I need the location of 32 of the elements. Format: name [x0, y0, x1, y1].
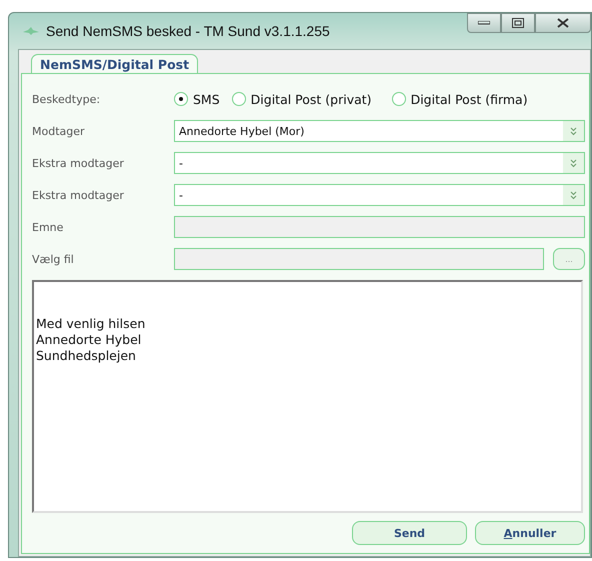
radio-label[interactable]: Digital Post (privat) [250, 92, 372, 106]
minimize-icon [478, 21, 490, 25]
minimize-button[interactable] [467, 13, 501, 33]
close-button[interactable] [535, 13, 591, 33]
dialog-button[interactable]: Send [352, 521, 467, 545]
field-label: Vælg fil [32, 252, 75, 266]
chevron-icon [570, 126, 577, 136]
file-path-field[interactable] [174, 248, 544, 270]
chevron-icon [570, 190, 577, 200]
radio-button[interactable] [174, 92, 188, 106]
leaf-icon [22, 26, 40, 36]
radio-button[interactable] [232, 92, 246, 106]
tab[interactable]: NemSMS/Digital Post [31, 54, 198, 73]
field-label: Ekstra modtager [32, 156, 125, 170]
field-label: Emne [32, 220, 64, 234]
radio-label[interactable]: Digital Post (firma) [410, 92, 528, 106]
dropdown[interactable]: - [174, 184, 585, 206]
input-field[interactable] [174, 216, 585, 238]
field-label: Ekstra modtager [32, 188, 125, 202]
message-text-area[interactable]: Med venlig hilsen Annedorte Hybel Sundhedsplejen [32, 280, 583, 513]
field-label: Modtager [32, 124, 86, 138]
dropdown[interactable]: - [174, 152, 585, 174]
dialog-button[interactable]: Annuller [475, 521, 585, 545]
close-icon [557, 18, 569, 28]
radio-button[interactable] [392, 92, 406, 106]
maximize-button[interactable] [501, 13, 535, 33]
maximize-icon [512, 18, 524, 28]
field-label: Beskedtype: [32, 92, 102, 106]
window-title: Send NemSMS besked - TM Sund v3.1.1.255 [46, 23, 330, 39]
radio-label[interactable]: SMS [193, 92, 220, 106]
chevron-icon [570, 158, 577, 168]
dropdown[interactable]: Annedorte Hybel (Mor) [174, 120, 585, 142]
